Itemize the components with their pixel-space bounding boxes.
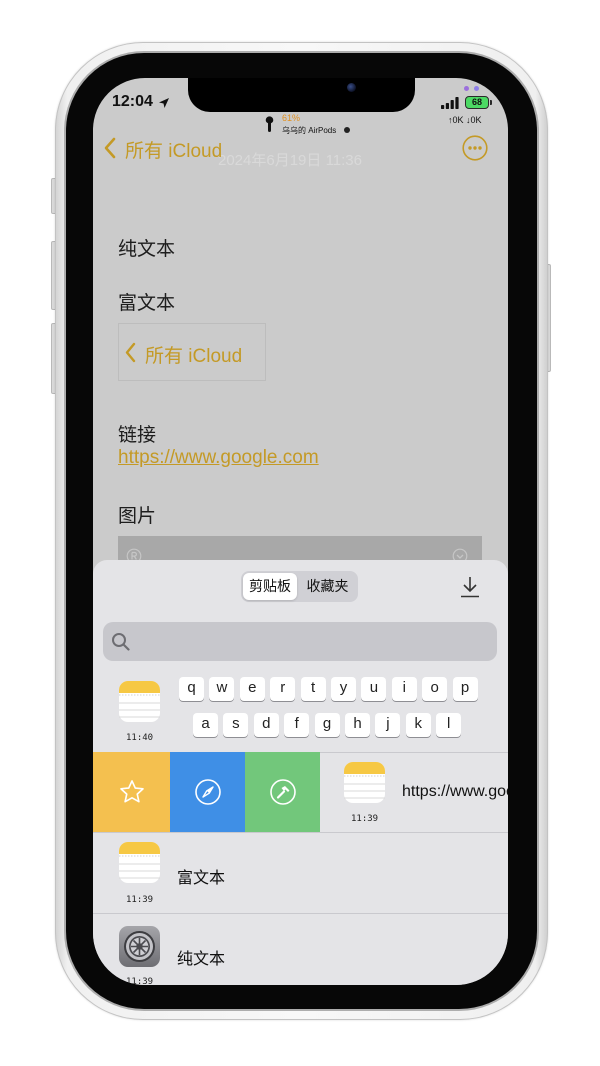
more-icon[interactable] <box>462 135 488 161</box>
search-icon <box>112 633 130 651</box>
favorite-button[interactable] <box>93 752 170 832</box>
note-link-heading: 链接 <box>118 425 157 446</box>
privacy-indicator-dot <box>474 86 479 91</box>
keyboard-key: u <box>361 677 387 701</box>
notch <box>188 78 415 112</box>
keyboard-key: q <box>179 677 204 701</box>
note-link[interactable]: https://www.google.com <box>118 447 319 469</box>
airpods-battery: 61% <box>282 113 301 123</box>
item-text: https://www.google.com <box>402 783 508 800</box>
keyboard-key: o <box>422 677 448 701</box>
keyboard-key: r <box>270 677 296 701</box>
search-input[interactable] <box>103 622 497 661</box>
keyboard-key: t <box>300 677 326 701</box>
battery-icon: 68 <box>465 96 489 109</box>
airpods-name: 乌乌的 AirPods <box>282 126 337 135</box>
keyboard-key: a <box>193 713 218 737</box>
notes-icon <box>119 681 160 722</box>
keyboard-key: f <box>284 713 310 737</box>
clipboard-sheet: 剪贴板 收藏夹 11:40 qwertyuiop asdfghjkl 11:39 … <box>93 560 508 985</box>
keyboard-key: p <box>452 677 478 701</box>
star-icon <box>119 780 144 803</box>
signal-icon <box>441 97 459 109</box>
keyboard-thumbnail: qwertyuiop asdfghjkl <box>179 677 479 739</box>
embedded-back-label: 所有 iCloud <box>145 346 243 367</box>
notes-icon <box>119 842 160 883</box>
settings-icon <box>119 926 160 967</box>
note-image-heading: 图片 <box>118 506 157 527</box>
location-arrow-icon <box>159 98 169 108</box>
keyboard-key: i <box>391 677 417 701</box>
note-line-plain: 纯文本 <box>118 239 176 260</box>
keyboard-key: e <box>239 677 265 701</box>
item-text: 纯文本 <box>177 951 226 968</box>
keyboard-key: h <box>345 713 370 737</box>
item-time: 11:39 <box>126 977 154 985</box>
item-time: 11:39 <box>351 814 379 824</box>
keyboard-key: g <box>314 713 340 737</box>
keyboard-key: y <box>331 677 356 701</box>
keyboard-key: k <box>405 713 431 737</box>
download-icon[interactable] <box>460 576 480 598</box>
keyboard-key: d <box>253 713 279 737</box>
tab-favorites[interactable]: 收藏夹 <box>299 573 356 600</box>
compass-icon <box>194 779 221 805</box>
keyboard-key: w <box>209 677 235 701</box>
phone-screen: 12:04 61% 乌乌的 AirPods 68 ↑0K ↓0K 2024年6月… <box>93 78 508 985</box>
battery-tip <box>490 100 492 105</box>
tab-clipboard[interactable]: 剪贴板 <box>243 573 297 600</box>
segmented-control: 剪贴板 收藏夹 <box>241 571 358 602</box>
embedded-screenshot: 所有 iCloud <box>118 323 266 381</box>
keyboard-key: s <box>223 713 249 737</box>
front-camera <box>347 83 356 92</box>
airpods-case-icon <box>344 127 350 133</box>
chevron-left-icon[interactable] <box>103 137 117 159</box>
note-date: 2024年6月19日 11:36 <box>218 152 362 169</box>
note-line-rich: 富文本 <box>118 293 176 314</box>
back-button[interactable]: 所有 iCloud <box>125 136 222 163</box>
hammer-icon <box>269 779 296 805</box>
item-text: 富文本 <box>177 870 226 887</box>
item-time: 11:40 <box>126 733 154 743</box>
chevron-left-icon <box>125 342 136 363</box>
status-time: 12:04 <box>112 93 153 110</box>
network-speed: ↑0K ↓0K <box>448 115 482 125</box>
keyboard-key: j <box>375 713 401 737</box>
open-in-browser-button[interactable] <box>170 752 245 832</box>
airpods-icon <box>265 116 274 132</box>
item-time: 11:39 <box>126 895 154 905</box>
keyboard-key: l <box>436 713 462 737</box>
notes-icon <box>344 762 385 803</box>
edit-button[interactable] <box>245 752 320 832</box>
privacy-indicator-dot <box>464 86 469 91</box>
